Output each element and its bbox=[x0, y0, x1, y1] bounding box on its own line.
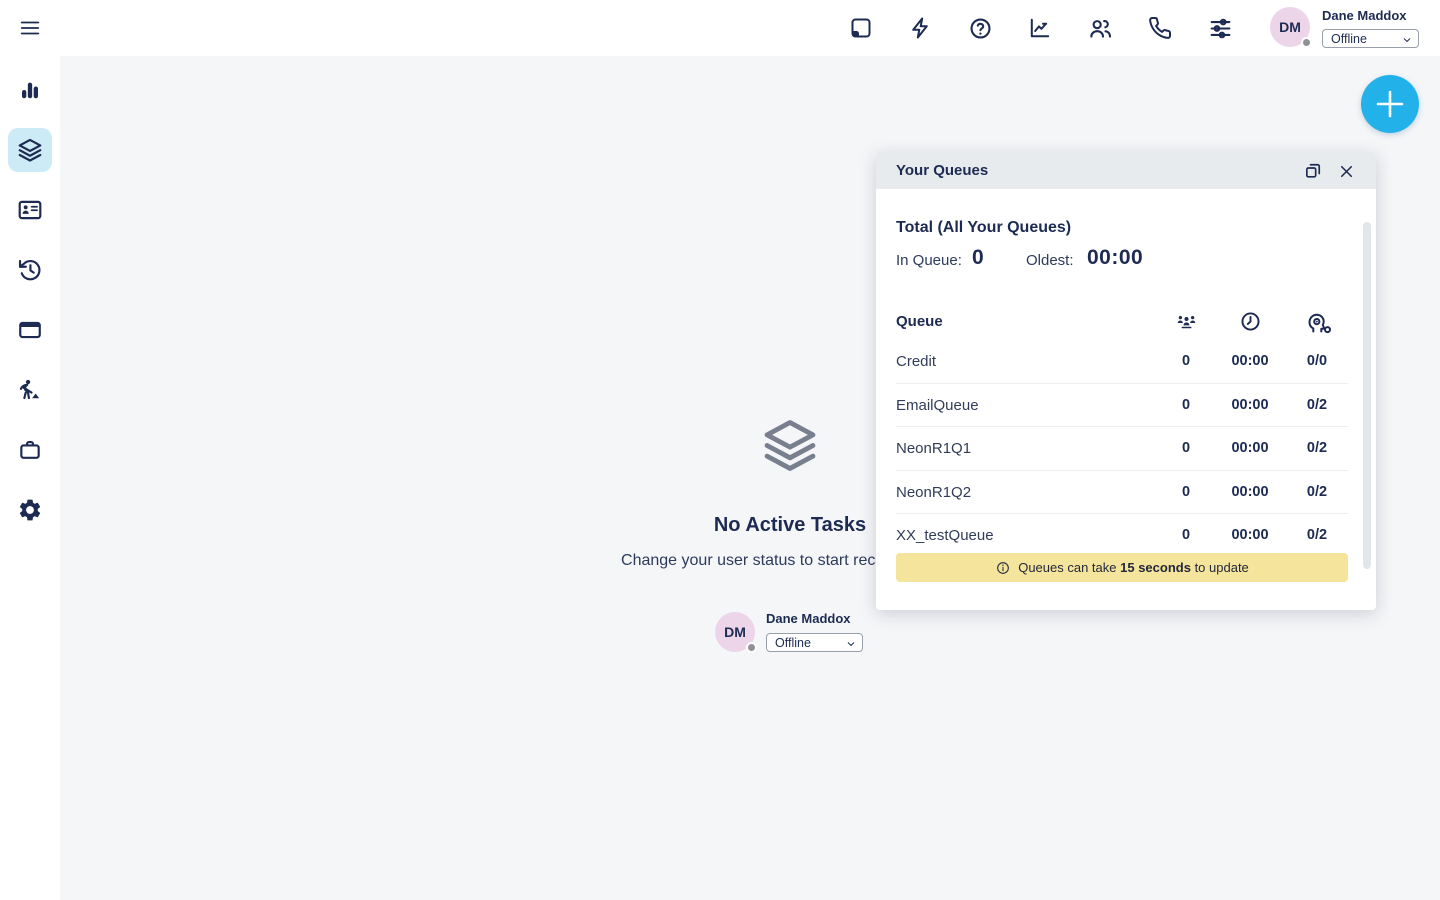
plus-icon bbox=[1361, 75, 1419, 133]
panel-header: Your Queues bbox=[876, 152, 1376, 189]
queue-name: EmailQueue bbox=[896, 384, 979, 428]
phone-icon[interactable] bbox=[1142, 10, 1178, 46]
queue-agents: 0/2 bbox=[1287, 514, 1347, 558]
users-icon[interactable] bbox=[1082, 10, 1118, 46]
panel-title: Your Queues bbox=[896, 152, 988, 189]
status-select[interactable]: Offline bbox=[766, 633, 863, 652]
notice-text: Queues can take 15 seconds to update bbox=[1018, 560, 1249, 575]
status-select-value: Offline bbox=[1331, 32, 1367, 46]
in-queue-value: 0 bbox=[972, 246, 984, 270]
queue-row: NeonR1Q1 0 00:00 0/2 bbox=[896, 427, 1348, 471]
layers-icon[interactable] bbox=[8, 128, 52, 172]
oldest-value: 00:00 bbox=[1087, 246, 1143, 270]
close-icon[interactable] bbox=[1334, 159, 1358, 183]
browser-window-icon[interactable] bbox=[8, 308, 52, 352]
offline-status-dot bbox=[746, 642, 757, 653]
empty-state-title: No Active Tasks bbox=[714, 514, 866, 537]
queue-waiting: 0 bbox=[1156, 471, 1216, 515]
topbar-user-name: Dane Maddox bbox=[1322, 8, 1407, 23]
chevron-down-icon bbox=[845, 638, 857, 650]
topbar: DM Dane Maddox Offline bbox=[0, 0, 1440, 56]
queue-row: XX_testQueue 0 00:00 0/2 bbox=[896, 514, 1348, 558]
queue-agents: 0/0 bbox=[1287, 340, 1347, 384]
queue-row: NeonR1Q2 0 00:00 0/2 bbox=[896, 471, 1348, 515]
queue-waiting: 0 bbox=[1156, 384, 1216, 428]
queue-row: Credit 0 00:00 0/0 bbox=[896, 340, 1348, 384]
topbar-status-select[interactable]: Offline bbox=[1322, 29, 1419, 48]
contact-card-icon[interactable] bbox=[8, 188, 52, 232]
sidebar bbox=[0, 56, 60, 900]
queue-row: EmailQueue 0 00:00 0/2 bbox=[896, 384, 1348, 428]
offline-status-dot bbox=[1301, 37, 1312, 48]
queue-name: XX_testQueue bbox=[896, 514, 994, 558]
queue-waiting: 0 bbox=[1156, 427, 1216, 471]
info-icon bbox=[995, 560, 1011, 576]
clock-icon bbox=[1220, 310, 1280, 333]
queue-oldest: 00:00 bbox=[1220, 340, 1280, 384]
queue-column-header: Queue bbox=[896, 313, 943, 330]
layers-empty-state-icon bbox=[761, 416, 819, 474]
queue-waiting: 0 bbox=[1156, 514, 1216, 558]
sliders-icon[interactable] bbox=[1202, 10, 1238, 46]
queue-agents: 0/2 bbox=[1287, 384, 1347, 428]
panel-scrollbar[interactable] bbox=[1363, 222, 1371, 569]
group-icon bbox=[1156, 310, 1216, 333]
chevron-down-icon bbox=[1401, 34, 1413, 46]
queue-agents: 0/2 bbox=[1287, 471, 1347, 515]
digging-person-icon[interactable] bbox=[8, 368, 52, 412]
gear-icon[interactable] bbox=[8, 488, 52, 532]
help-icon[interactable] bbox=[962, 10, 998, 46]
popout-icon[interactable] bbox=[1301, 159, 1325, 183]
zap-icon[interactable] bbox=[903, 10, 939, 46]
briefcase-icon[interactable] bbox=[8, 428, 52, 472]
queue-waiting: 0 bbox=[1156, 340, 1216, 384]
oldest-label: Oldest: bbox=[1026, 252, 1074, 269]
activity-icon[interactable] bbox=[1022, 10, 1058, 46]
totals-heading: Total (All Your Queues) bbox=[896, 219, 1071, 237]
queue-name: Credit bbox=[896, 340, 936, 384]
your-queues-panel: Your Queues Total (All Your Queues) In Q… bbox=[876, 152, 1376, 610]
bar-chart-icon[interactable] bbox=[8, 68, 52, 112]
avatar-initials: DM bbox=[1279, 19, 1301, 35]
agent-headset-icon bbox=[1287, 310, 1347, 334]
queue-oldest: 00:00 bbox=[1220, 471, 1280, 515]
queue-name: NeonR1Q1 bbox=[896, 427, 971, 471]
menu-icon[interactable] bbox=[14, 13, 46, 43]
queue-oldest: 00:00 bbox=[1220, 514, 1280, 558]
status-select-value: Offline bbox=[775, 636, 811, 650]
queues-update-notice: Queues can take 15 seconds to update bbox=[896, 553, 1348, 582]
in-queue-label: In Queue: bbox=[896, 252, 962, 269]
avatar: DM bbox=[715, 612, 755, 652]
avatar-initials: DM bbox=[724, 624, 746, 640]
queue-agents: 0/2 bbox=[1287, 427, 1347, 471]
history-icon[interactable] bbox=[8, 248, 52, 292]
queue-oldest: 00:00 bbox=[1220, 384, 1280, 428]
topbar-avatar[interactable]: DM bbox=[1270, 7, 1310, 47]
queue-name: NeonR1Q2 bbox=[896, 471, 971, 515]
user-name: Dane Maddox bbox=[766, 611, 851, 626]
add-button[interactable] bbox=[1361, 75, 1419, 133]
note-icon[interactable] bbox=[843, 10, 879, 46]
queue-oldest: 00:00 bbox=[1220, 427, 1280, 471]
